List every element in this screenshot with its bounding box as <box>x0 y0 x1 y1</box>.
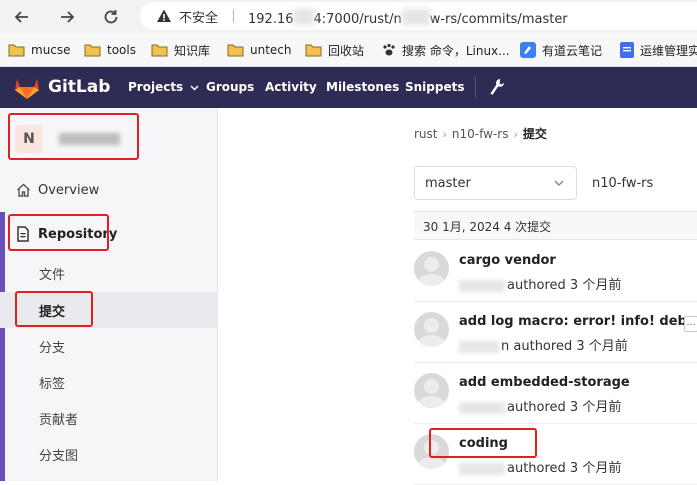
commit-row[interactable]: cargo vendor authored 3 个月前 <box>414 241 697 302</box>
folder-icon <box>151 44 168 57</box>
nav-snippets[interactable]: Snippets <box>405 80 465 94</box>
wrench-icon[interactable] <box>489 78 505 96</box>
gitlab-logo-icon[interactable] <box>14 76 40 100</box>
url-suffix: w-rs/commits/master <box>429 12 568 27</box>
bookmark-mucse[interactable]: mucse <box>8 41 71 59</box>
bookmark-linux-search[interactable]: 搜索 命令，Linux... <box>382 41 510 59</box>
url-prefix: 192.16 <box>248 12 294 27</box>
branch-selected: master <box>425 176 471 191</box>
chevron-right-icon: › <box>442 128 447 141</box>
breadcrumb-group[interactable]: rust <box>414 127 438 141</box>
commit-title[interactable]: cargo vendor <box>459 253 556 268</box>
chevron-down-icon <box>190 84 199 91</box>
bookmark-knowledge[interactable]: 知识库 <box>151 41 210 59</box>
nav-milestones[interactable]: Milestones <box>326 80 399 94</box>
author-redacted[interactable] <box>459 401 505 414</box>
expand-message-button[interactable]: … <box>684 316 697 332</box>
annotation-box-repository <box>8 214 109 251</box>
branch-dropdown[interactable]: master <box>414 166 577 200</box>
youdao-icon <box>520 42 536 58</box>
sidebar-sub-tags[interactable]: 标签 <box>0 364 218 400</box>
nav-projects[interactable]: Projects <box>128 80 199 94</box>
author-redacted[interactable] <box>459 340 499 353</box>
reload-icon <box>104 10 118 24</box>
avatar[interactable] <box>414 373 449 408</box>
commit-meta: authored 3 个月前 <box>459 457 621 476</box>
gitlab-top-nav: GitLab Projects Groups Activity Mileston… <box>0 67 697 108</box>
commit-row[interactable]: add embedded-storage authored 3 个月前 <box>414 363 697 424</box>
folder-icon <box>305 44 322 57</box>
commit-meta: n authored 3 个月前 <box>459 335 628 354</box>
gitlab-brand[interactable]: GitLab <box>48 77 110 97</box>
url-middle: 4:7000/rust/n <box>313 12 402 27</box>
bookmark-untech[interactable]: untech <box>227 41 292 59</box>
commit-title[interactable]: add embedded-storage <box>459 375 630 390</box>
sidebar-sub-branches[interactable]: 分支 <box>0 328 218 364</box>
warning-icon <box>157 9 171 22</box>
annotation-box-commits <box>15 291 93 327</box>
commit-day-header: 30 1月, 2024 4 次提交 <box>414 211 697 240</box>
bookmark-ops[interactable]: 运维管理实 <box>620 41 697 59</box>
url-separator <box>233 9 234 23</box>
browser-toolbar: 不安全 192.16 4:7000/rust/n w-rs/commits/mast… <box>0 0 697 33</box>
chevron-right-icon: › <box>513 128 518 141</box>
commit-title[interactable]: add log macro: error! info! debug! <box>459 314 697 329</box>
sidebar-sub-files[interactable]: 文件 <box>0 255 218 291</box>
annotation-box-project <box>8 113 139 160</box>
commit-row[interactable]: add log macro: error! info! debug! … n a… <box>414 302 697 363</box>
folder-icon <box>8 44 25 57</box>
breadcrumb-project[interactable]: n10-fw-rs <box>452 127 509 141</box>
sidebar-item-label: Overview <box>38 182 100 198</box>
avatar[interactable] <box>414 312 449 347</box>
forward-button[interactable] <box>54 4 80 30</box>
url-bar[interactable]: 不安全 192.16 4:7000/rust/n w-rs/commits/mast… <box>140 2 697 30</box>
breadcrumb: rust › n10-fw-rs › 提交 <box>414 125 547 142</box>
reload-button[interactable] <box>98 4 124 30</box>
folder-icon <box>84 44 101 57</box>
bookmark-recycle[interactable]: 回收站 <box>305 41 364 59</box>
doc-icon <box>620 42 634 58</box>
paw-icon <box>383 43 395 56</box>
arrow-left-icon <box>14 11 28 23</box>
bookmark-youdao[interactable]: 有道云笔记 <box>520 41 602 59</box>
project-path: n10-fw-rs <box>592 176 654 191</box>
sidebar-item-overview[interactable]: Overview <box>0 172 218 208</box>
commit-meta: authored 3 个月前 <box>459 396 621 415</box>
back-button[interactable] <box>9 4 35 30</box>
nav-groups[interactable]: Groups <box>206 80 254 94</box>
url-text[interactable]: 192.16 4:7000/rust/n w-rs/commits/master <box>248 7 568 27</box>
bookmarks-bar: mucse tools 知识库 untech 回收站 搜索 命令，Linux..… <box>0 33 697 67</box>
arrow-right-icon <box>61 11 75 23</box>
breadcrumb-current[interactable]: 提交 <box>523 127 547 141</box>
nav-divider <box>475 77 476 98</box>
bookmark-tools[interactable]: tools <box>84 41 136 59</box>
folder-icon <box>227 44 244 57</box>
security-warning[interactable]: 不安全 <box>179 7 218 26</box>
author-redacted[interactable] <box>459 462 505 475</box>
home-icon <box>17 183 30 197</box>
chevron-down-icon <box>554 180 564 186</box>
sidebar-sub-graph[interactable]: 分支图 <box>0 436 218 472</box>
sidebar-sub-contributors[interactable]: 贡献者 <box>0 400 218 436</box>
nav-activity[interactable]: Activity <box>265 80 317 94</box>
commit-meta: authored 3 个月前 <box>459 274 621 293</box>
annotation-box-coding <box>429 428 537 458</box>
author-redacted[interactable] <box>459 279 505 292</box>
avatar[interactable] <box>414 251 449 286</box>
